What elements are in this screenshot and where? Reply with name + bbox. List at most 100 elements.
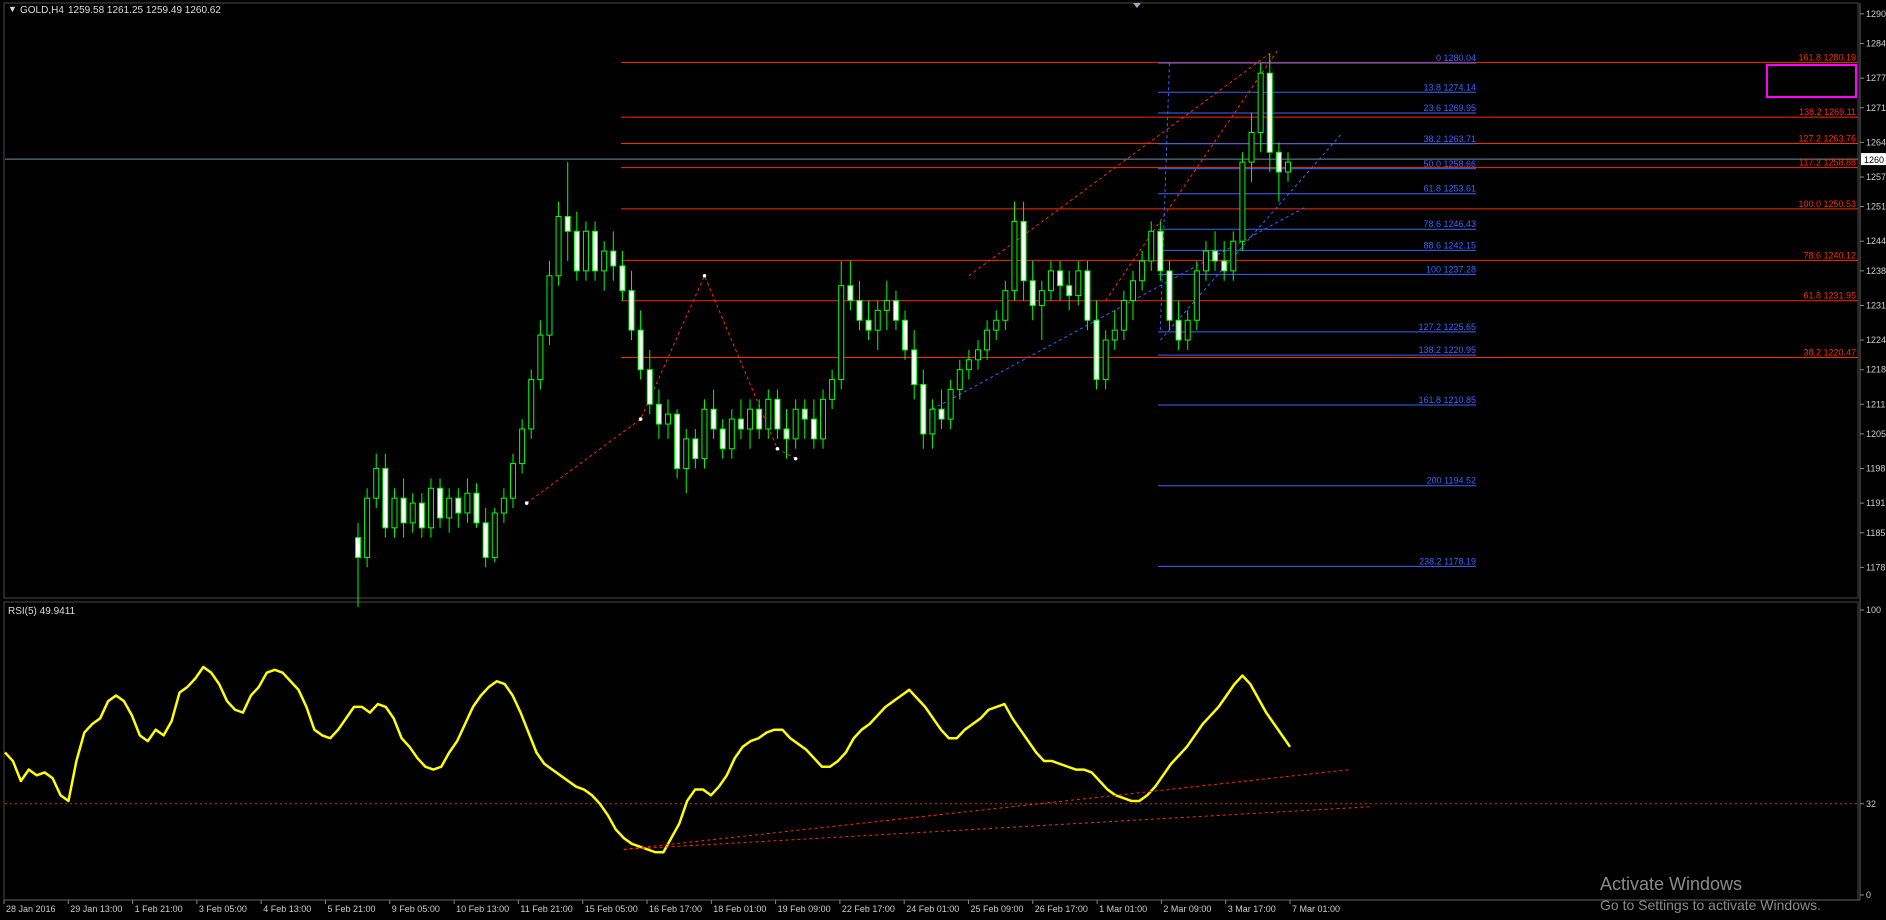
price-tick-label: 1284 <box>1866 39 1886 49</box>
fib-blue-label: 38.2 1263.71 <box>1423 134 1476 144</box>
time-tick-label: 19 Feb 09:00 <box>778 904 831 914</box>
candle-body <box>1011 220 1018 292</box>
time-tick-label: 2 Mar 09:00 <box>1163 904 1211 914</box>
fib-blue-label: 61.8 1253.61 <box>1423 184 1476 194</box>
candle-body <box>1275 151 1282 173</box>
candle-body <box>555 215 562 277</box>
candle-body <box>856 300 863 321</box>
candle-body <box>592 230 599 272</box>
time-tick-label: 25 Feb 09:00 <box>971 904 1024 914</box>
candle-body <box>792 408 799 440</box>
candle-body <box>883 300 890 311</box>
time-tick-label: 9 Feb 05:00 <box>392 904 440 914</box>
fib-blue-label: 161.8 1210.85 <box>1418 395 1476 405</box>
candle-body <box>829 379 836 400</box>
candle-body <box>537 334 544 381</box>
candle-body <box>892 300 899 321</box>
candle-body <box>664 413 672 425</box>
candle-body <box>1093 319 1100 381</box>
candle-body <box>1038 290 1045 306</box>
candle-body <box>1157 230 1164 272</box>
fib-red-label: 161.8 1280.19 <box>1798 52 1856 62</box>
time-tick-label: 18 Feb 01:00 <box>713 904 766 914</box>
fib-blue-label: 200 1194.52 <box>1427 476 1476 486</box>
candle-body <box>1111 329 1118 341</box>
candle-body <box>1193 270 1200 321</box>
candle-body <box>610 250 617 267</box>
ohlc-readout: 1259.58 1261.25 1259.49 1260.62 <box>68 5 221 16</box>
price-tick-label: 1231 <box>1866 300 1886 310</box>
candle-body <box>728 418 735 450</box>
candle-body <box>911 349 918 386</box>
candle-body <box>391 497 398 529</box>
zigzag-point <box>524 501 529 505</box>
candle-body <box>354 537 362 558</box>
header-arrow-icon[interactable]: ▼ <box>8 4 17 14</box>
fib-red-label: 138.2 1269.11 <box>1799 107 1856 117</box>
time-tick-label: 1 Feb 21:00 <box>135 904 183 914</box>
zigzag-point <box>793 456 798 461</box>
price-tick-label: 1205 <box>1866 429 1886 439</box>
fib-blue-label: 23.6 1269.95 <box>1423 103 1476 113</box>
rsi-tick-label: 32 <box>1866 799 1876 809</box>
fib-red-label: 127.2 1263.76 <box>1798 134 1856 144</box>
candle-body <box>947 388 954 420</box>
candle-body <box>956 369 963 390</box>
candle-body <box>1239 161 1246 242</box>
fib-blue-label: 127.2 1225.65 <box>1418 322 1476 332</box>
time-tick-label: 26 Feb 17:00 <box>1035 904 1088 914</box>
candle-body <box>1075 270 1082 297</box>
candle-body <box>528 379 535 430</box>
candle-body <box>400 497 407 524</box>
candle-body <box>920 384 927 435</box>
candle-body <box>1184 319 1191 341</box>
candle-body <box>473 492 480 524</box>
candle-body <box>993 319 1000 331</box>
price-tick-label: 1244 <box>1866 236 1886 246</box>
candle-body <box>765 398 772 430</box>
price-tick-label: 1271 <box>1866 103 1886 113</box>
fib-blue-label: 0 1280.04 <box>1436 53 1476 63</box>
chart-canvas[interactable]: ▼ GOLD,H4 1259.58 1261.25 1259.49 1260.6… <box>0 0 1886 915</box>
candle-body <box>701 408 708 460</box>
candle-body <box>819 398 827 440</box>
candle-body <box>847 285 854 301</box>
candle-body <box>1284 161 1292 173</box>
time-tick-label: 16 Feb 17:00 <box>649 904 702 914</box>
candle-body <box>637 329 644 371</box>
candle-body <box>938 408 945 420</box>
candle-body <box>1248 131 1255 163</box>
candle-body <box>1084 270 1091 321</box>
fib-blue-label: 78.6 1246.43 <box>1423 219 1476 229</box>
candle-body <box>874 309 881 331</box>
candle-body <box>683 438 690 470</box>
price-tick-label: 1277 <box>1866 73 1886 83</box>
candle-body <box>737 418 744 430</box>
candle-body <box>546 275 553 336</box>
fib-red-label: 117.2 1258.88 <box>1799 158 1856 168</box>
trading-chart-window[interactable]: ▼ GOLD,H4 1259.58 1261.25 1259.49 1260.6… <box>0 0 1886 915</box>
time-tick-label: 24 Feb 01:00 <box>906 904 959 914</box>
price-tick-label: 1238 <box>1866 266 1886 276</box>
price-tick-label: 1224 <box>1866 335 1886 345</box>
fib-blue-label: 13.8 1274.14 <box>1423 82 1476 92</box>
time-tick-label: 1 Mar 01:00 <box>1099 904 1147 914</box>
time-tick-label: 10 Feb 13:00 <box>456 904 509 914</box>
candle-body <box>1120 300 1127 331</box>
fib-blue-label: 238.2 1178.19 <box>1419 556 1476 566</box>
candle-body <box>1002 290 1009 321</box>
candle-body <box>756 408 763 430</box>
price-tick-label: 1290 <box>1866 9 1886 19</box>
candle-body <box>783 428 790 440</box>
time-tick-label: 3 Feb 05:00 <box>199 904 247 914</box>
price-tick-label: 1264 <box>1866 137 1886 147</box>
candle-body <box>865 319 872 331</box>
fib-red-label: 100.0 1250.53 <box>1798 199 1856 209</box>
current-price-label: 1260 <box>1864 155 1884 165</box>
candle-body <box>1166 270 1173 321</box>
candle-body <box>464 492 471 514</box>
fib-blue-label: 88.6 1242.15 <box>1423 240 1476 250</box>
fib-red-label: 61.8 1231.95 <box>1803 291 1856 301</box>
symbol-label: GOLD,H4 <box>20 5 64 16</box>
candle-body <box>455 497 462 514</box>
